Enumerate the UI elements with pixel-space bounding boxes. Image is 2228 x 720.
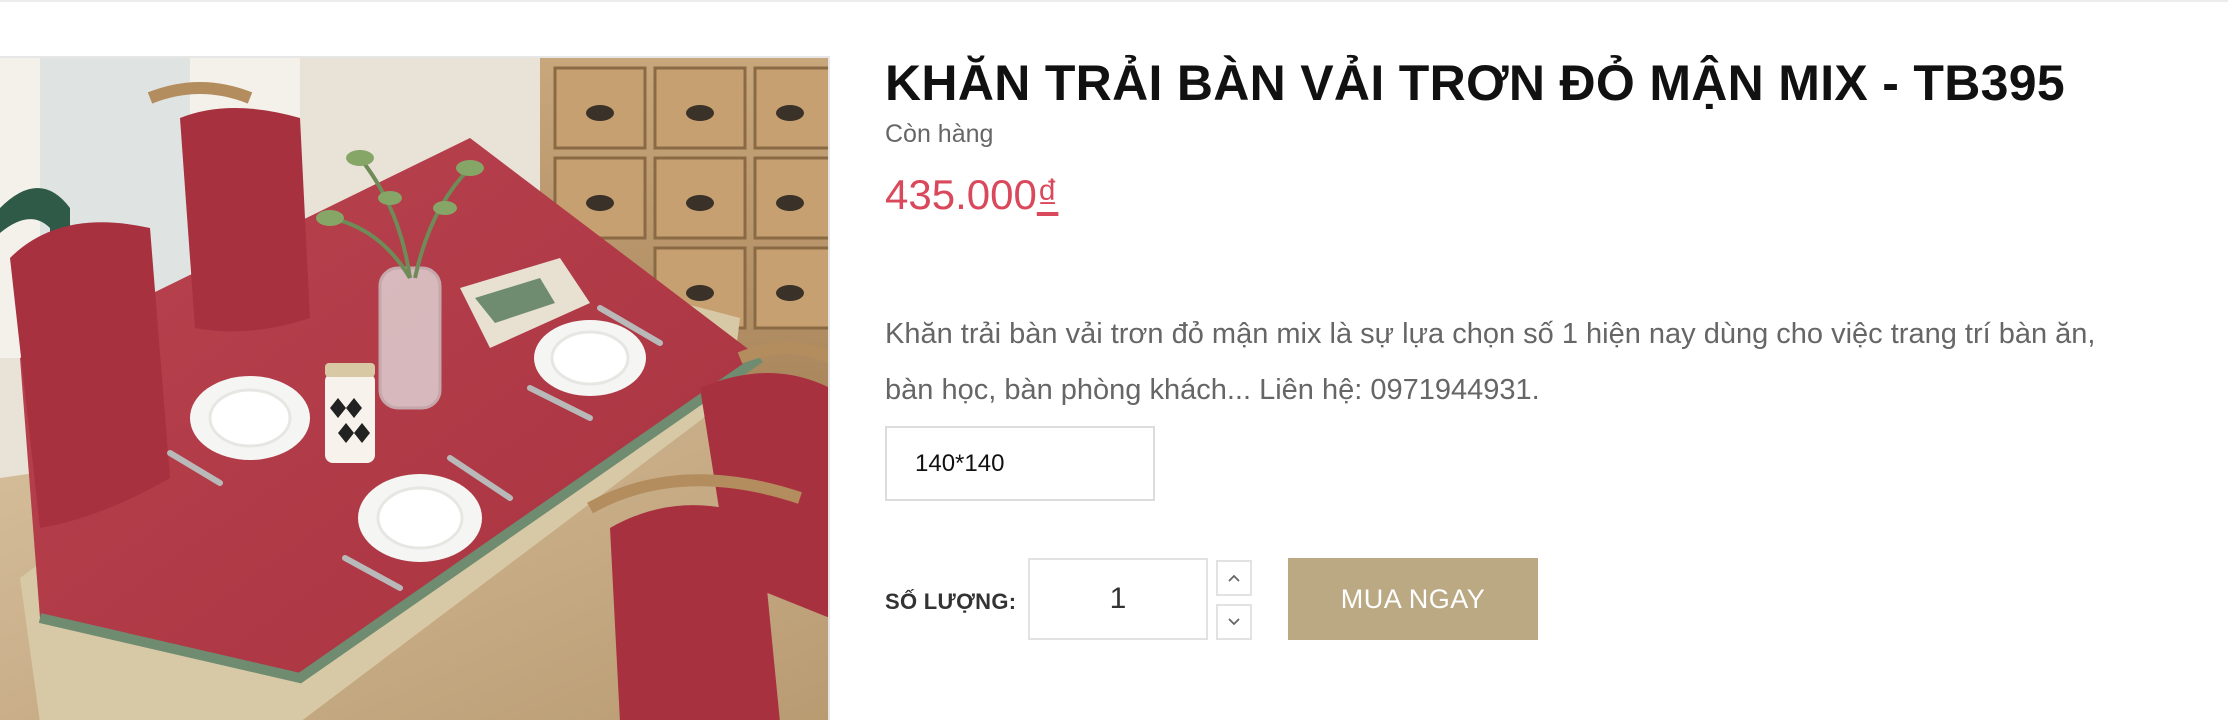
price-amount: 435.000 xyxy=(885,171,1037,218)
price-currency: ₫ xyxy=(1036,171,1059,218)
quantity-increase-button[interactable] xyxy=(1216,560,1252,596)
header-divider xyxy=(0,0,2228,2)
quantity-input[interactable] xyxy=(1028,558,1208,640)
variant-size-select[interactable] xyxy=(885,426,1155,501)
quantity-label: SỐ LƯỢNG: xyxy=(885,589,1017,614)
chevron-down-icon xyxy=(1228,618,1240,626)
chevron-up-icon xyxy=(1228,574,1240,582)
product-price: 435.000₫ xyxy=(885,168,1058,222)
product-description: Khăn trải bàn vải trơn đỏ mận mix là sự … xyxy=(885,318,2096,406)
stock-status: Còn hàng xyxy=(885,120,994,148)
product-title: KHĂN TRẢI BÀN VẢI TRƠN ĐỎ MẬN MIX - TB39… xyxy=(885,55,2065,111)
quantity-decrease-button[interactable] xyxy=(1216,604,1252,640)
buy-now-button[interactable]: MUA NGAY xyxy=(1288,558,1538,640)
product-image[interactable] xyxy=(0,56,830,720)
tablecloth-scene-illustration xyxy=(0,58,828,720)
